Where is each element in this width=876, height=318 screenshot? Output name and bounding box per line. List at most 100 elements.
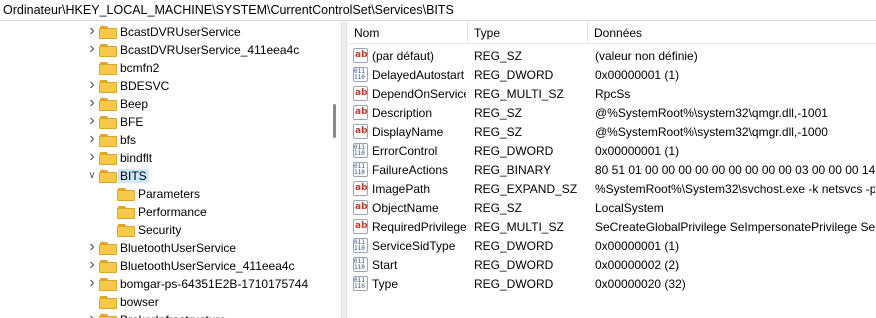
string-value-icon bbox=[353, 124, 368, 139]
chevron-right-icon[interactable]: › bbox=[86, 149, 98, 165]
tree-item[interactable]: › BluetoothUserService_411eea4c bbox=[0, 257, 330, 275]
value-name: Description bbox=[372, 106, 433, 120]
value-data: 0x00000001 (1) bbox=[595, 144, 680, 158]
value-type: REG_MULTI_SZ bbox=[474, 87, 564, 101]
registry-value-row[interactable]: DisplayName REG_SZ @%SystemRoot%\system32\… bbox=[348, 122, 876, 141]
tree-item-label: bindflt bbox=[120, 151, 153, 165]
value-data: (valeur non définie) bbox=[595, 49, 698, 63]
chevron-right-icon[interactable]: › bbox=[86, 41, 98, 57]
binary-value-icon bbox=[353, 162, 368, 177]
value-type: REG_SZ bbox=[474, 106, 523, 120]
value-data: 0x00000001 (1) bbox=[595, 239, 680, 253]
value-type: REG_SZ bbox=[474, 49, 523, 63]
tree-item-label: Beep bbox=[120, 97, 149, 111]
registry-value-row[interactable]: ObjectName REG_SZ LocalSystem bbox=[348, 198, 876, 217]
chevron-right-icon[interactable]: › bbox=[86, 275, 98, 291]
tree-item[interactable]: bcmfn2 bbox=[0, 59, 330, 77]
chevron-right-icon[interactable]: › bbox=[86, 239, 98, 255]
column-header-type[interactable]: Type bbox=[468, 22, 588, 44]
tree-item[interactable]: › bomgar-ps-64351E2B-1710175744 bbox=[0, 275, 330, 293]
tree-item[interactable]: bowser bbox=[0, 293, 330, 311]
value-data: @%SystemRoot%\system32\qmgr.dll,-1000 bbox=[595, 125, 828, 139]
chevron-right-icon[interactable]: › bbox=[86, 77, 98, 93]
folder-icon bbox=[99, 43, 117, 57]
value-type: REG_SZ bbox=[474, 201, 523, 215]
tree-item[interactable]: Security bbox=[0, 221, 330, 239]
folder-icon bbox=[99, 115, 117, 129]
folder-icon bbox=[99, 259, 117, 273]
registry-value-row[interactable]: ImagePath REG_EXPAND_SZ %SystemRoot%\Syste… bbox=[348, 179, 876, 198]
tree-item-label: Parameters bbox=[138, 187, 201, 201]
registry-value-row[interactable]: Start REG_DWORD 0x00000002 (2) bbox=[348, 255, 876, 274]
chevron-right-icon[interactable]: › bbox=[86, 95, 98, 111]
tree-item[interactable]: › BrokerInfrastructure bbox=[0, 311, 330, 318]
tree-item[interactable]: › BluetoothUserService bbox=[0, 239, 330, 257]
value-data: 0x00000020 (32) bbox=[595, 277, 686, 291]
value-type: REG_DWORD bbox=[474, 68, 554, 82]
tree-item[interactable]: › BcastDVRUserService_411eea4c bbox=[0, 41, 330, 59]
value-name: DisplayName bbox=[372, 125, 444, 139]
binary-value-icon bbox=[353, 276, 368, 291]
value-type: REG_SZ bbox=[474, 125, 523, 139]
registry-value-row[interactable]: Description REG_SZ @%SystemRoot%\system32\… bbox=[348, 103, 876, 122]
value-data: 80 51 01 00 00 00 00 00 00 00 00 00 03 0… bbox=[595, 163, 875, 177]
registry-value-row[interactable]: DependOnService REG_MULTI_SZ RpcSs bbox=[348, 84, 876, 103]
registry-values-list[interactable]: Nom Type Données (par défaut) REG_SZ (vale… bbox=[348, 22, 876, 318]
tree-item-label: BcastDVRUserService_411eea4c bbox=[120, 43, 300, 57]
folder-icon bbox=[99, 169, 117, 183]
tree-item[interactable]: › BFE bbox=[0, 113, 330, 131]
chevron-right-icon[interactable]: › bbox=[86, 113, 98, 129]
registry-value-row[interactable]: FailureActions REG_BINARY 80 51 01 00 00 0… bbox=[348, 160, 876, 179]
value-name: ObjectName bbox=[372, 201, 439, 215]
value-data: RpcSs bbox=[595, 87, 631, 101]
value-name: RequiredPrivilege... bbox=[372, 220, 466, 234]
value-type: REG_BINARY bbox=[474, 163, 552, 177]
chevron-right-icon[interactable]: › bbox=[86, 311, 98, 318]
registry-value-row[interactable]: RequiredPrivilege... REG_MULTI_SZ SeCreate… bbox=[348, 217, 876, 236]
value-name: DependOnService bbox=[372, 87, 466, 101]
value-type: REG_DWORD bbox=[474, 239, 554, 253]
tree-item[interactable]: › BcastDVRUserService bbox=[0, 23, 330, 41]
registry-value-row[interactable]: DelayedAutostart REG_DWORD 0x00000001 (1) bbox=[348, 65, 876, 84]
folder-icon bbox=[99, 61, 117, 75]
folder-icon bbox=[99, 79, 117, 93]
registry-value-row[interactable]: (par défaut) REG_SZ (valeur non définie) bbox=[348, 46, 876, 65]
values-list-header: Nom Type Données bbox=[348, 22, 876, 44]
value-name: FailureActions bbox=[372, 163, 449, 177]
tree-item[interactable]: Parameters bbox=[0, 185, 330, 203]
scrollbar-thumb[interactable] bbox=[333, 104, 336, 138]
chevron-right-icon[interactable]: › bbox=[86, 23, 98, 39]
binary-value-icon bbox=[353, 257, 368, 272]
folder-icon bbox=[99, 313, 117, 318]
string-value-icon bbox=[353, 219, 368, 234]
value-type: REG_DWORD bbox=[474, 277, 554, 291]
tree-item[interactable]: Performance bbox=[0, 203, 330, 221]
value-data: LocalSystem bbox=[595, 201, 664, 215]
binary-value-icon bbox=[353, 67, 368, 82]
tree-item[interactable]: › Beep bbox=[0, 95, 330, 113]
folder-icon bbox=[99, 133, 117, 147]
tree-item[interactable]: ∨ BITS bbox=[0, 167, 330, 185]
chevron-right-icon[interactable]: › bbox=[86, 257, 98, 273]
registry-value-row[interactable]: ErrorControl REG_DWORD 0x00000001 (1) bbox=[348, 141, 876, 160]
registry-value-row[interactable]: ServiceSidType REG_DWORD 0x00000001 (1) bbox=[348, 236, 876, 255]
pane-splitter[interactable] bbox=[341, 22, 347, 318]
tree-item-label: Security bbox=[138, 223, 182, 237]
tree-vertical-scrollbar[interactable] bbox=[331, 22, 339, 318]
folder-icon bbox=[117, 187, 135, 201]
folder-icon bbox=[117, 205, 135, 219]
tree-item-label: BDESVC bbox=[120, 79, 170, 93]
column-header-data[interactable]: Données bbox=[588, 22, 876, 44]
registry-key-tree[interactable]: › BcastDVRUserService › BcastDVRUserService… bbox=[0, 22, 341, 318]
column-header-name[interactable]: Nom bbox=[348, 22, 468, 44]
chevron-right-icon[interactable]: › bbox=[86, 131, 98, 147]
value-type: REG_DWORD bbox=[474, 144, 554, 158]
address-bar[interactable]: Ordinateur\HKEY_LOCAL_MACHINE\SYSTEM\Cur… bbox=[0, 0, 876, 21]
folder-icon bbox=[99, 277, 117, 291]
tree-item[interactable]: › bindflt bbox=[0, 149, 330, 167]
tree-item[interactable]: › bfs bbox=[0, 131, 330, 149]
tree-item[interactable]: › BDESVC bbox=[0, 77, 330, 95]
chevron-down-icon[interactable]: ∨ bbox=[86, 169, 98, 183]
value-data: @%SystemRoot%\system32\qmgr.dll,-1001 bbox=[595, 106, 828, 120]
registry-value-row[interactable]: Type REG_DWORD 0x00000020 (32) bbox=[348, 274, 876, 293]
